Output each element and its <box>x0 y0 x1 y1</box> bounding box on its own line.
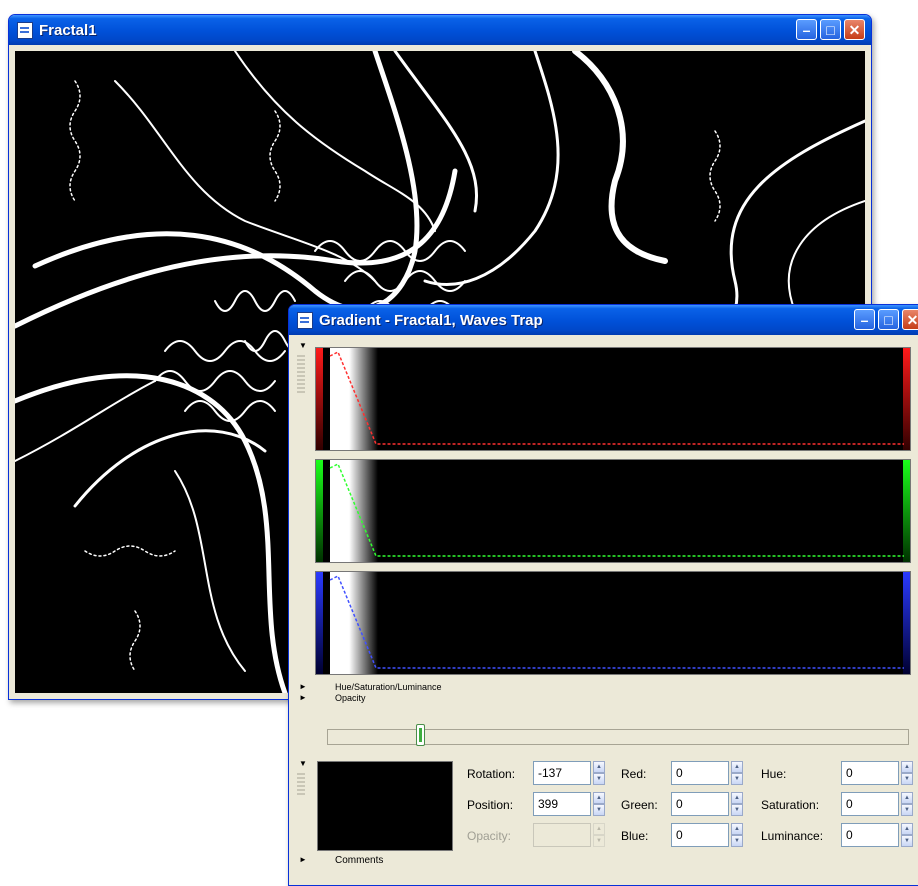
saturation-label: Saturation: <box>761 798 820 812</box>
red-channel-panel[interactable] <box>315 347 911 451</box>
luminance-label: Luminance: <box>761 829 824 843</box>
opacity-label: Opacity: <box>467 829 512 843</box>
color-preview <box>317 761 453 851</box>
saturation-field[interactable]: 0 <box>841 792 899 816</box>
maximize-icon[interactable]: □ <box>878 309 899 330</box>
gradient-position-slider[interactable] <box>327 729 909 745</box>
collapse-arrow-icon[interactable]: ▼ <box>299 341 307 350</box>
opacity-section-label[interactable]: Opacity <box>335 693 366 703</box>
saturation-spinner[interactable]: ▲ ▼ <box>901 792 913 816</box>
close-icon[interactable]: ✕ <box>844 19 865 40</box>
hsl-section-label[interactable]: Hue/Saturation/Luminance <box>335 682 442 692</box>
gradient-window-title: Gradient - Fractal1, Waves Trap <box>319 311 543 329</box>
minimize-icon[interactable]: – <box>796 19 817 40</box>
document-icon <box>17 21 33 39</box>
fractal-titlebar[interactable]: Fractal1 – □ ✕ <box>9 15 871 45</box>
maximize-icon[interactable]: □ <box>820 19 841 40</box>
opacity-expand-icon[interactable]: ► <box>299 693 307 702</box>
hue-label: Hue: <box>761 767 787 781</box>
green-spinner[interactable]: ▲ ▼ <box>731 792 743 816</box>
minimize-icon[interactable]: – <box>854 309 875 330</box>
rotation-field[interactable]: -137 <box>533 761 591 785</box>
green-channel-panel[interactable] <box>315 459 911 563</box>
hsl-expand-icon[interactable]: ► <box>299 682 307 691</box>
comments-expand-icon[interactable]: ► <box>299 855 307 864</box>
hue-spinner[interactable]: ▲ ▼ <box>901 761 913 785</box>
red-label: Red: <box>621 767 647 781</box>
grip-handle[interactable] <box>297 773 305 795</box>
blue-channel-panel[interactable] <box>315 571 911 675</box>
red-curve <box>329 350 904 445</box>
blue-label: Blue: <box>621 829 649 843</box>
blue-curve <box>329 574 904 669</box>
opacity-spinner: ▲ ▼ <box>593 823 605 847</box>
collapse-arrow-icon[interactable]: ▼ <box>299 759 307 768</box>
opacity-field <box>533 823 591 847</box>
position-spinner[interactable]: ▲ ▼ <box>593 792 605 816</box>
position-label: Position: <box>467 798 514 812</box>
blue-spinner[interactable]: ▲ ▼ <box>731 823 743 847</box>
comments-section-label[interactable]: Comments <box>335 855 383 866</box>
document-icon <box>297 311 313 329</box>
blue-field[interactable]: 0 <box>671 823 729 847</box>
rotation-label: Rotation: <box>467 767 516 781</box>
position-field[interactable]: 399 <box>533 792 591 816</box>
gradient-window: Gradient - Fractal1, Waves Trap – □ ✕ ▼ <box>288 304 918 886</box>
red-field[interactable]: 0 <box>671 761 729 785</box>
luminance-spinner[interactable]: ▲ ▼ <box>901 823 913 847</box>
luminance-field[interactable]: 0 <box>841 823 899 847</box>
fractal-window-title: Fractal1 <box>39 21 97 39</box>
green-label: Green: <box>621 798 658 812</box>
rotation-spinner[interactable]: ▲ ▼ <box>593 761 605 785</box>
slider-thumb[interactable] <box>416 724 425 746</box>
close-icon[interactable]: ✕ <box>902 309 918 330</box>
green-curve <box>329 462 904 557</box>
red-spinner[interactable]: ▲ ▼ <box>731 761 743 785</box>
green-field[interactable]: 0 <box>671 792 729 816</box>
gradient-titlebar[interactable]: Gradient - Fractal1, Waves Trap – □ ✕ <box>289 305 918 335</box>
grip-handle[interactable] <box>297 355 305 395</box>
hue-field[interactable]: 0 <box>841 761 899 785</box>
